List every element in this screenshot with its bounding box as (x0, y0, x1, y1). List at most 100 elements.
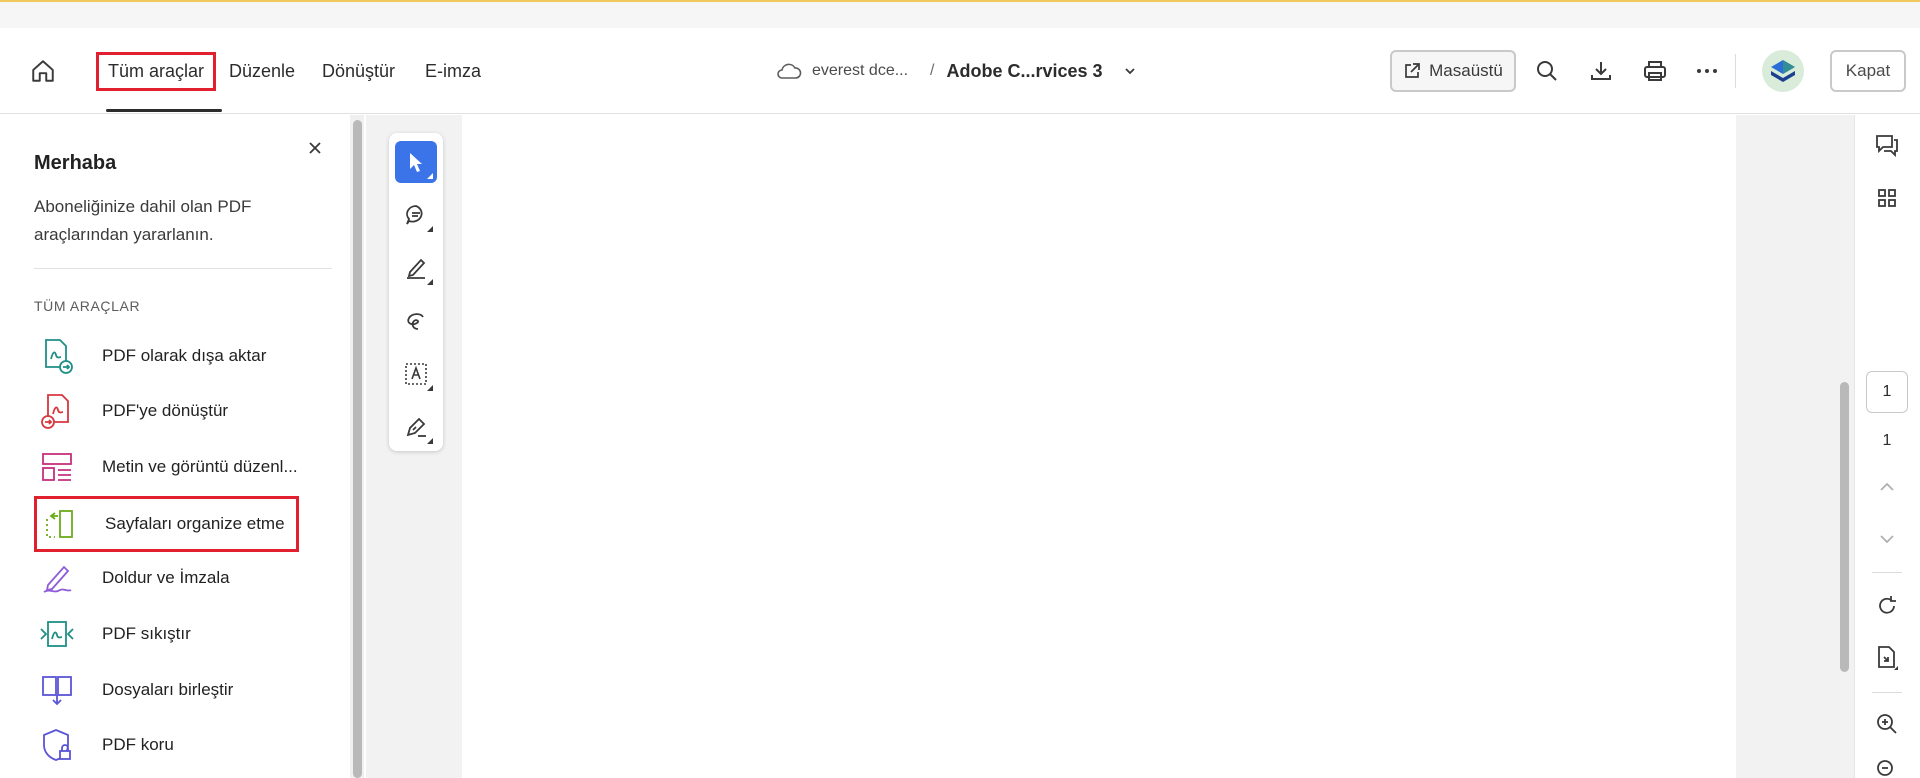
tool-label: PDF'ye dönüştür (102, 401, 229, 420)
sidebar-close-button[interactable] (302, 135, 328, 161)
close-icon (309, 142, 321, 154)
tool-label: Metin ve görüntü düzenl... (102, 457, 298, 476)
rail-divider (1872, 572, 1902, 573)
zoom-out-icon (1877, 760, 1893, 776)
document-menu-button[interactable] (1123, 66, 1137, 76)
text-select-icon (405, 363, 427, 385)
quick-tools-toolbar (389, 133, 443, 451)
tab-esign[interactable]: E-imza (425, 28, 481, 114)
page-extract-icon (1878, 646, 1898, 670)
comment-tool-button[interactable] (395, 194, 437, 236)
search-button[interactable] (1530, 54, 1564, 88)
tab-all-tools[interactable]: Tüm araçlar (96, 28, 223, 114)
document-scrollbar-thumb[interactable] (1840, 382, 1849, 672)
text-select-tool-button[interactable] (395, 353, 437, 395)
highlight-icon (407, 258, 426, 279)
draw-tool-button[interactable] (395, 300, 437, 342)
tool-organize-pages[interactable]: Sayfaları organize etme (34, 496, 299, 552)
close-button-label: Kapat (1845, 61, 1891, 80)
combine-files-icon (34, 667, 80, 713)
tool-fill-sign[interactable]: Doldur ve İmzala (34, 553, 330, 603)
tools-sidebar: Merhaba Aboneliğinize dahil olan PDF ara… (0, 115, 346, 778)
search-icon (1537, 61, 1557, 81)
rotate-icon (1879, 596, 1896, 614)
chevron-down-icon (1124, 68, 1135, 75)
breadcrumb: everest dce... / Adobe C...rvices 3 (776, 28, 1137, 114)
home-button[interactable] (26, 54, 60, 88)
print-button[interactable] (1638, 54, 1672, 88)
submenu-indicator (427, 279, 433, 285)
page-extract-button[interactable] (1870, 641, 1904, 675)
draw-icon (407, 313, 424, 330)
current-page-number: 1 (1882, 383, 1892, 400)
more-icon (1697, 69, 1717, 73)
zoom-in-button[interactable] (1870, 707, 1904, 741)
browser-top-strip (0, 0, 1920, 28)
tool-label: PDF olarak dışa aktar (102, 346, 267, 365)
sidebar-section-label: TÜM ARAÇLAR (34, 298, 141, 314)
breadcrumb-separator: / (930, 62, 935, 79)
select-tool-button[interactable] (395, 141, 437, 183)
document-title[interactable]: Adobe C...rvices 3 (947, 61, 1103, 82)
sign-icon (406, 417, 426, 437)
organize-pages-icon (37, 501, 83, 547)
zoom-out-button[interactable] (1870, 758, 1904, 778)
open-desktop-label: Masaüstü (1429, 61, 1503, 80)
thumbnails-icon (1878, 189, 1896, 207)
tab-convert-label: Dönüştür (322, 60, 396, 81)
tab-esign-label: E-imza (425, 60, 482, 81)
tool-combine-files[interactable]: Dosyaları birleştir (34, 665, 330, 715)
page-up-icon (1880, 482, 1894, 491)
submenu-indicator (427, 226, 433, 232)
breadcrumb-folder[interactable]: everest dce... (812, 62, 908, 80)
current-page-input[interactable]: 1 (1866, 371, 1908, 413)
rotate-button[interactable] (1870, 589, 1904, 623)
pdf-page[interactable] (462, 115, 1736, 778)
sidebar-scrollbar-thumb[interactable] (353, 120, 362, 778)
submenu-indicator (427, 173, 433, 179)
tool-convert-pdf[interactable]: PDF'ye dönüştür (34, 386, 330, 436)
header-divider (1735, 54, 1736, 88)
tab-all-tools-label: Tüm araçlar (96, 51, 217, 91)
download-icon (1591, 62, 1611, 80)
comments-icon (1876, 135, 1898, 158)
tab-convert[interactable]: Dönüştür (322, 28, 395, 114)
tool-label: Dosyaları birleştir (102, 680, 234, 699)
avatar[interactable] (1762, 50, 1804, 92)
submenu-indicator (427, 438, 433, 444)
tool-protect-pdf[interactable]: PDF koru (34, 720, 330, 770)
sidebar-title: Merhaba (34, 152, 117, 174)
comments-panel-button[interactable] (1870, 128, 1904, 162)
tool-label: PDF koru (102, 735, 174, 754)
open-desktop-button[interactable]: Masaüstü (1390, 50, 1516, 92)
download-button[interactable] (1584, 54, 1618, 88)
sidebar-description: Aboneliğinize dahil olan PDF araçlarında… (34, 197, 252, 244)
page-up-button[interactable] (1870, 470, 1904, 504)
compress-pdf-icon (34, 611, 80, 657)
tool-label: Doldur ve İmzala (102, 568, 230, 587)
highlight-tool-button[interactable] (395, 247, 437, 289)
close-button[interactable]: Kapat (1830, 50, 1906, 92)
convert-pdf-icon (34, 388, 80, 434)
more-options-button[interactable] (1690, 54, 1724, 88)
tab-edit[interactable]: Düzenle (229, 28, 295, 114)
page-down-button[interactable] (1870, 522, 1904, 556)
tool-export-pdf[interactable]: PDF olarak dışa aktar (34, 331, 330, 381)
tool-label: Sayfaları organize etme (105, 514, 285, 533)
submenu-indicator (427, 385, 433, 391)
tab-edit-label: Düzenle (229, 60, 296, 81)
tool-compress-pdf[interactable]: PDF sıkıştır (34, 609, 330, 659)
sidebar-divider (34, 268, 332, 269)
select-icon (410, 153, 422, 172)
edit-text-image-icon (34, 444, 80, 490)
print-icon (1644, 61, 1666, 81)
export-pdf-icon (34, 333, 80, 379)
cloud-icon (777, 63, 802, 79)
rail-divider (1872, 692, 1902, 693)
avatar-logo-icon (1771, 60, 1795, 82)
sign-tool-button[interactable] (395, 406, 437, 448)
zoom-in-icon (1877, 714, 1897, 734)
fill-sign-icon (34, 555, 80, 601)
tool-edit-text-image[interactable]: Metin ve görüntü düzenl... (34, 442, 330, 492)
thumbnails-panel-button[interactable] (1870, 181, 1904, 215)
